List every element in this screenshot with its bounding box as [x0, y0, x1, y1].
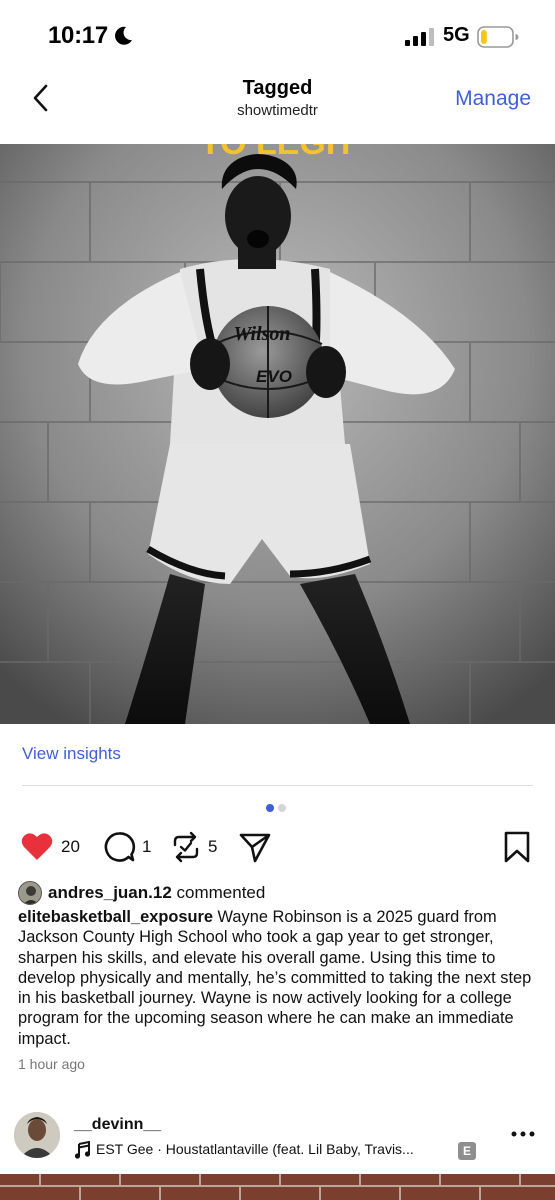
- manage-button[interactable]: Manage: [455, 87, 531, 111]
- post-timestamp: 1 hour ago: [18, 1056, 85, 1072]
- commenter-username[interactable]: andres_juan.12: [48, 883, 172, 902]
- explicit-badge: E: [458, 1142, 476, 1160]
- caption-text: Wayne Robinson is a 2025 guard from Jack…: [18, 908, 532, 1048]
- post-image[interactable]: TO LEGIT Wilson EVO: [0, 144, 555, 724]
- bookmark-icon[interactable]: [503, 830, 531, 864]
- status-time: 10:17: [48, 22, 108, 49]
- network-type: 5G: [443, 24, 470, 46]
- battery-icon: [477, 26, 519, 48]
- comment-bubble-icon[interactable]: [102, 830, 136, 864]
- carousel-indicator: [266, 804, 286, 812]
- avatar[interactable]: [18, 881, 42, 905]
- avatar[interactable]: [14, 1112, 60, 1158]
- view-insights-link[interactable]: View insights: [22, 744, 121, 764]
- brick-pattern: [0, 1174, 555, 1200]
- carousel-dot: [278, 804, 286, 812]
- avatar-image: [19, 882, 41, 904]
- repost-icon[interactable]: [171, 830, 201, 864]
- likes-count[interactable]: 20: [61, 837, 80, 857]
- avatar-image: [14, 1112, 60, 1158]
- status-bar: 10:17 5G: [0, 0, 555, 70]
- reposts-count[interactable]: 5: [208, 837, 217, 857]
- send-icon[interactable]: [238, 830, 272, 864]
- comments-count[interactable]: 1: [142, 837, 151, 857]
- carousel-dot-active: [266, 804, 274, 812]
- ball-model: EVO: [256, 367, 292, 386]
- next-post-username[interactable]: __devinn__: [74, 1116, 161, 1134]
- next-post-header: __devinn__ EST Gee · Houstatlantaville (…: [0, 1112, 555, 1172]
- more-dots-icon[interactable]: [510, 1124, 536, 1144]
- heart-filled-icon[interactable]: [20, 830, 54, 864]
- signal-icon: [405, 28, 434, 46]
- post-photo: TO LEGIT Wilson EVO: [0, 144, 555, 724]
- moon-icon: [115, 26, 132, 45]
- commenter-action: commented: [176, 883, 266, 902]
- music-note-icon: [74, 1141, 90, 1159]
- post-caption: elitebasketball_exposure Wayne Robinson …: [18, 907, 540, 1049]
- divider: [22, 785, 533, 786]
- post-actions: 20 1 5: [0, 826, 555, 870]
- ball-brand: Wilson: [233, 323, 290, 345]
- caption-username[interactable]: elitebasketball_exposure: [18, 908, 213, 926]
- nav-header: Tagged showtimedtr Manage: [0, 70, 555, 144]
- next-post-image[interactable]: [0, 1174, 555, 1200]
- song-title[interactable]: EST Gee · Houstatlantaville (feat. Lil B…: [96, 1141, 446, 1157]
- commenter-text: andres_juan.12 commented: [48, 883, 265, 903]
